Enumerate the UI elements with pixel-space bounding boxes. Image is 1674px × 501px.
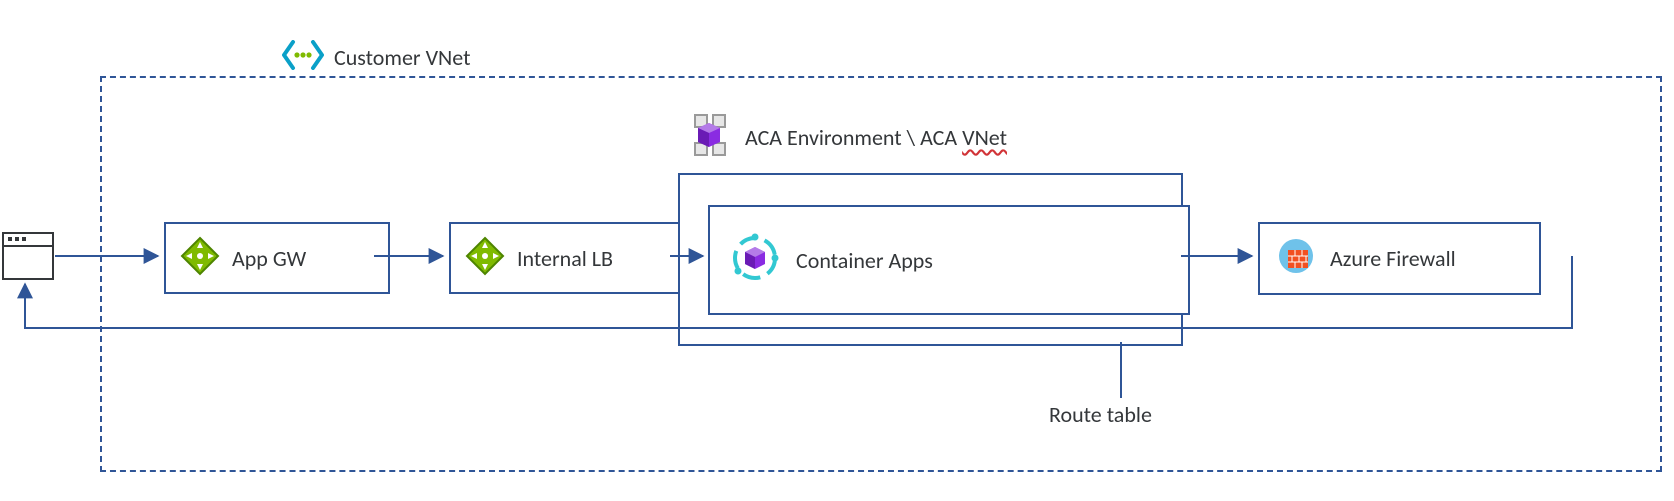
aca-env-label: ACA Environment \ ACA VNet xyxy=(745,124,1007,151)
arrow-firewall-return xyxy=(18,256,1580,338)
aca-env-title: ACA Environment \ ACA VNet xyxy=(687,114,1007,161)
customer-vnet-label: Customer VNet xyxy=(334,44,470,71)
container-env-icon xyxy=(687,114,733,161)
route-table-line xyxy=(1120,342,1124,398)
customer-vnet-title: Customer VNet xyxy=(276,40,476,75)
route-table-label: Route table xyxy=(1049,401,1152,428)
vnet-icon xyxy=(282,40,324,75)
